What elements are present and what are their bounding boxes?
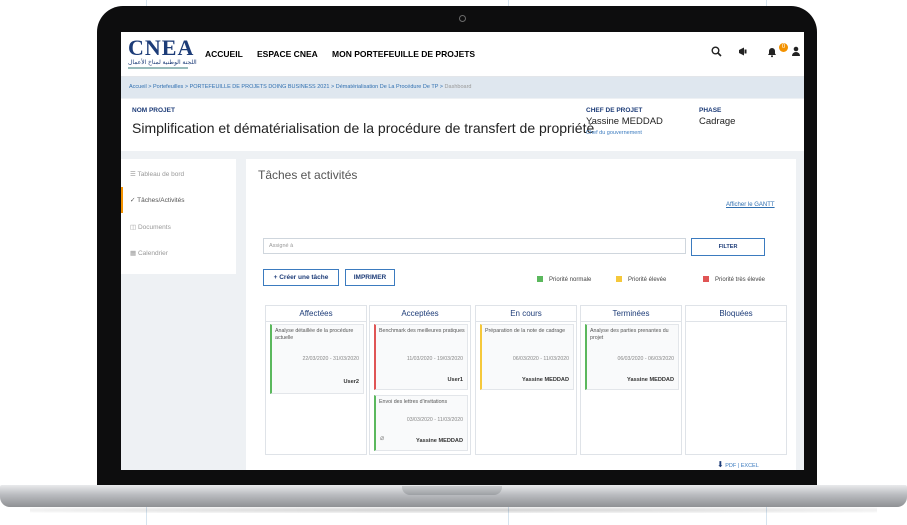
legend-swatch — [616, 276, 622, 282]
nav-accueil[interactable]: ACCUEIL — [205, 49, 243, 59]
column-title: Bloquées — [686, 306, 786, 322]
laptop-notch — [402, 486, 502, 495]
task-title: Envoi des lettres d'invitations — [379, 399, 448, 405]
legend-label: Priorité très élevée — [715, 277, 766, 283]
project-chef-name: Yassine MEDDAD — [586, 116, 663, 127]
task-assignee: User1 — [447, 377, 463, 383]
task-dates: 06/03/2020 - 11/03/2020 — [512, 356, 569, 362]
megaphone-icon[interactable] — [738, 46, 749, 60]
task-dates: 06/03/2020 - 06/03/2020 — [617, 356, 674, 362]
sidebar: ☰ Tableau de bord ✓ Tâches/Activités ◫ D… — [121, 159, 236, 274]
sidebar-item-label: Documents — [137, 224, 171, 231]
task-dates: 03/03/2020 - 11/03/2020 — [406, 417, 463, 423]
camera-icon — [459, 15, 466, 22]
document-icon: ◫ — [130, 224, 137, 231]
sidebar-item-label: Tableau de bord — [137, 171, 185, 178]
breadcrumb-item[interactable]: PORTEFEUILLE DE PROJETS DOING BUSINESS 2… — [190, 84, 330, 90]
project-name: Simplification et dématérialisation de l… — [132, 120, 595, 136]
breadcrumb-separator: > — [331, 84, 335, 90]
legend-high: Priorité élevée — [616, 276, 666, 283]
export-links: ⬇ PDF | EXCEL — [717, 460, 759, 469]
logo-subtitle: اللجنة الوطنية لمناخ الأعمال — [128, 60, 197, 66]
legend-very-high: Priorité très élevée — [703, 276, 765, 283]
column-title: En cours — [476, 306, 576, 322]
task-card[interactable]: Analyse détaillée de la procédure actuel… — [270, 324, 364, 394]
assignee-filter-input[interactable]: Assigné à — [263, 238, 686, 254]
breadcrumb-separator: > — [184, 84, 189, 90]
sidebar-item-label: Calendrier — [137, 250, 168, 257]
task-title: Analyse détaillée de la procédure actuel… — [275, 328, 354, 341]
task-card[interactable]: Benchmark des meilleures pratiques 11/03… — [374, 324, 468, 390]
export-separator: | — [737, 463, 740, 469]
kanban-column-terminees: Terminées Analyse des parties prenantes … — [580, 305, 682, 455]
filter-button[interactable]: FILTER — [691, 238, 765, 256]
export-excel-link[interactable]: EXCEL — [741, 463, 759, 469]
create-task-button[interactable]: + Créer une tâche — [263, 269, 339, 286]
kanban-column-en-cours: En cours Préparation de la note de cadra… — [475, 305, 577, 455]
legend-swatch — [537, 276, 543, 282]
bell-icon[interactable] — [766, 46, 778, 61]
export-pdf-link[interactable]: PDF — [725, 463, 736, 469]
paperclip-icon[interactable]: ⌀ — [380, 434, 384, 442]
breadcrumb-separator: > — [439, 84, 444, 90]
notification-badge: 0 — [779, 43, 788, 52]
task-title: Benchmark des meilleures pratiques — [379, 328, 465, 334]
column-title: Acceptées — [370, 306, 470, 322]
legend-label: Priorité élevée — [628, 277, 667, 283]
task-assignee: Yassine MEDDAD — [416, 438, 463, 444]
task-card[interactable]: Préparation de la note de cadrage 06/03/… — [480, 324, 574, 390]
legend-swatch — [703, 276, 709, 282]
sidebar-item-tableau-de-bord[interactable]: ☰ Tableau de bord — [130, 170, 184, 178]
search-icon[interactable] — [711, 46, 722, 60]
task-dates: 11/03/2020 - 19/03/2020 — [406, 356, 463, 362]
task-dates: 22/03/2020 - 31/03/2020 — [302, 356, 359, 362]
user-icon[interactable] — [791, 46, 801, 60]
laptop-shadow — [30, 507, 877, 513]
check-icon: ✓ — [130, 197, 136, 204]
sidebar-active-indicator — [121, 187, 123, 213]
column-title: Terminées — [581, 306, 681, 322]
top-navbar: CNEA اللجنة الوطنية لمناخ الأعمال ACCUEI… — [121, 32, 804, 77]
sidebar-item-calendrier[interactable]: ▦ Calendrier — [130, 249, 168, 257]
breadcrumb: Accueil > Portefeuilles > PORTEFEUILLE D… — [121, 77, 804, 98]
logo-underline — [128, 67, 188, 69]
breadcrumb-separator: > — [148, 84, 152, 90]
logo[interactable]: CNEA — [128, 35, 194, 61]
sidebar-item-label: Tâches/Activités — [137, 197, 185, 204]
kanban-column-affectees: Affectées Analyse détaillée de la procéd… — [265, 305, 367, 455]
breadcrumb-item[interactable]: Accueil — [129, 84, 147, 90]
legend-label: Priorité normale — [549, 277, 592, 283]
kanban-column-acceptees: Acceptées Benchmark des meilleures prati… — [369, 305, 471, 455]
column-title: Affectées — [266, 306, 366, 322]
kanban-column-bloquees: Bloquées — [685, 305, 787, 455]
sidebar-item-taches[interactable]: ✓ Tâches/Activités — [130, 196, 184, 204]
page-title: Tâches et activités — [258, 168, 358, 182]
nav-mon-portefeuille[interactable]: MON PORTEFEUILLE DE PROJETS — [332, 49, 475, 59]
task-assignee: Yassine MEDDAD — [627, 377, 674, 383]
task-title: Préparation de la note de cadrage — [485, 328, 566, 334]
project-phase-label: PHASE — [699, 107, 722, 114]
task-card[interactable]: Analyse des parties prenantes du projet … — [585, 324, 679, 390]
sidebar-item-documents[interactable]: ◫ Documents — [130, 223, 171, 231]
calendar-icon: ▦ — [130, 250, 137, 257]
project-chef-label: CHEF DE PROJET — [586, 107, 643, 114]
project-header: NOM PROJET Simplification et dématériali… — [121, 99, 804, 151]
gantt-link[interactable]: Afficher le GANTT — [726, 202, 775, 208]
project-phase: Cadrage — [699, 116, 736, 127]
task-assignee: User2 — [343, 379, 359, 385]
project-chef-role: Chef du gouvernement — [586, 130, 642, 136]
breadcrumb-item[interactable]: Dématérialisation De La Procédure De TP — [336, 84, 439, 90]
breadcrumb-current: Dashboard — [444, 84, 472, 90]
breadcrumb-item[interactable]: Portefeuilles — [153, 84, 183, 90]
download-icon: ⬇ — [717, 460, 724, 469]
laptop-screen: CNEA اللجنة الوطنية لمناخ الأعمال ACCUEI… — [121, 32, 804, 470]
task-assignee: Yassine MEDDAD — [522, 377, 569, 383]
nav-espace-cnea[interactable]: ESPACE CNEA — [257, 49, 318, 59]
task-title: Analyse des parties prenantes du projet — [590, 328, 669, 341]
legend-normal: Priorité normale — [537, 276, 591, 283]
project-name-label: NOM PROJET — [132, 107, 175, 114]
task-card[interactable]: Envoi des lettres d'invitations 03/03/20… — [374, 395, 468, 451]
print-button[interactable]: IMPRIMER — [345, 269, 395, 286]
dashboard-icon: ☰ — [130, 171, 136, 178]
